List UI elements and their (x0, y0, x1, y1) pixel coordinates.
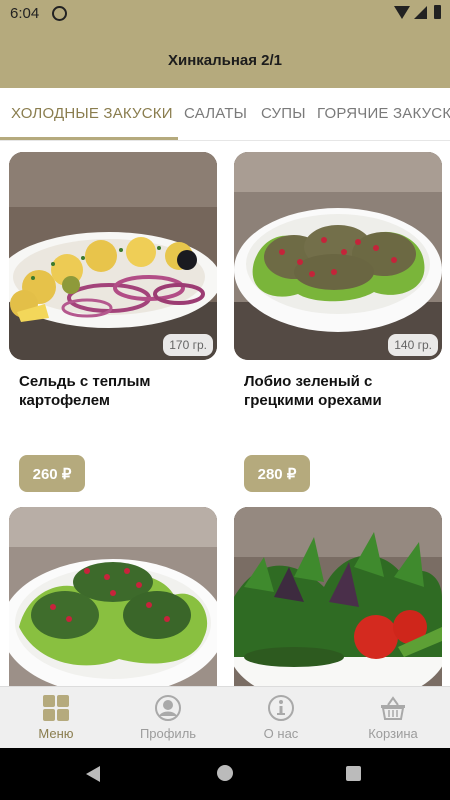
nav-label: Меню (38, 726, 74, 741)
tab-hot-appetizers[interactable]: ГОРЯЧИЕ ЗАКУСКИ (317, 105, 450, 122)
app-bar: Хинкальная 2/1 (0, 28, 450, 88)
product-card[interactable] (234, 507, 442, 686)
nav-cart[interactable]: Корзина (337, 687, 449, 749)
info-icon (268, 695, 294, 721)
category-tabs: ХОЛОДНЫЕ ЗАКУСКИ САЛАТЫ СУПЫ ГОРЯЧИЕ ЗАК… (0, 88, 450, 141)
status-time: 6:04 (10, 5, 40, 22)
menu-grid-icon (43, 695, 69, 721)
price-button[interactable]: 260 ₽ (19, 455, 85, 492)
nav-about[interactable]: О нас (225, 687, 337, 749)
tab-soups[interactable]: СУПЫ (261, 105, 306, 122)
recents-icon[interactable] (346, 766, 361, 781)
price-button[interactable]: 280 ₽ (244, 455, 310, 492)
product-image: 140 гр. (234, 152, 442, 360)
nav-label: О нас (263, 726, 299, 741)
product-card[interactable]: 140 гр. Лобио зеленый с грецкими орехами… (234, 152, 442, 492)
product-image (234, 507, 442, 686)
signal-icon (414, 6, 427, 19)
product-name: Сельдь с теплым картофелем (19, 373, 151, 409)
profile-icon (155, 695, 181, 721)
nav-label: Профиль (139, 726, 197, 741)
tab-salads[interactable]: САЛАТЫ (184, 105, 247, 122)
product-weight: 170 гр. (163, 334, 213, 356)
tab-indicator (0, 137, 178, 140)
product-image (9, 507, 217, 686)
product-weight: 140 гр. (388, 334, 438, 356)
status-bar: 6:04 (0, 0, 450, 28)
page-title: Хинкальная 2/1 (167, 51, 283, 69)
wifi-icon (394, 6, 410, 19)
nav-menu[interactable]: Меню (0, 687, 112, 749)
home-icon[interactable] (217, 765, 233, 781)
basket-icon (381, 696, 405, 720)
nav-profile[interactable]: Профиль (112, 687, 224, 749)
bottom-navigation: Меню Профиль О нас Корзина (0, 686, 450, 749)
sync-icon (52, 6, 67, 21)
tab-cold-appetizers[interactable]: ХОЛОДНЫЕ ЗАКУСКИ (11, 105, 173, 122)
product-name: Лобио зеленый с грецкими орехами (244, 373, 382, 409)
back-icon[interactable] (86, 766, 100, 782)
product-grid: 170 гр. Сельдь с теплым картофелем 260 ₽… (0, 141, 450, 686)
system-navigation-bar (0, 748, 450, 800)
nav-label: Корзина (368, 726, 418, 741)
battery-icon (434, 5, 441, 19)
product-card[interactable]: 170 гр. Сельдь с теплым картофелем 260 ₽ (9, 152, 217, 492)
product-card[interactable] (9, 507, 217, 686)
product-image: 170 гр. (9, 152, 217, 360)
